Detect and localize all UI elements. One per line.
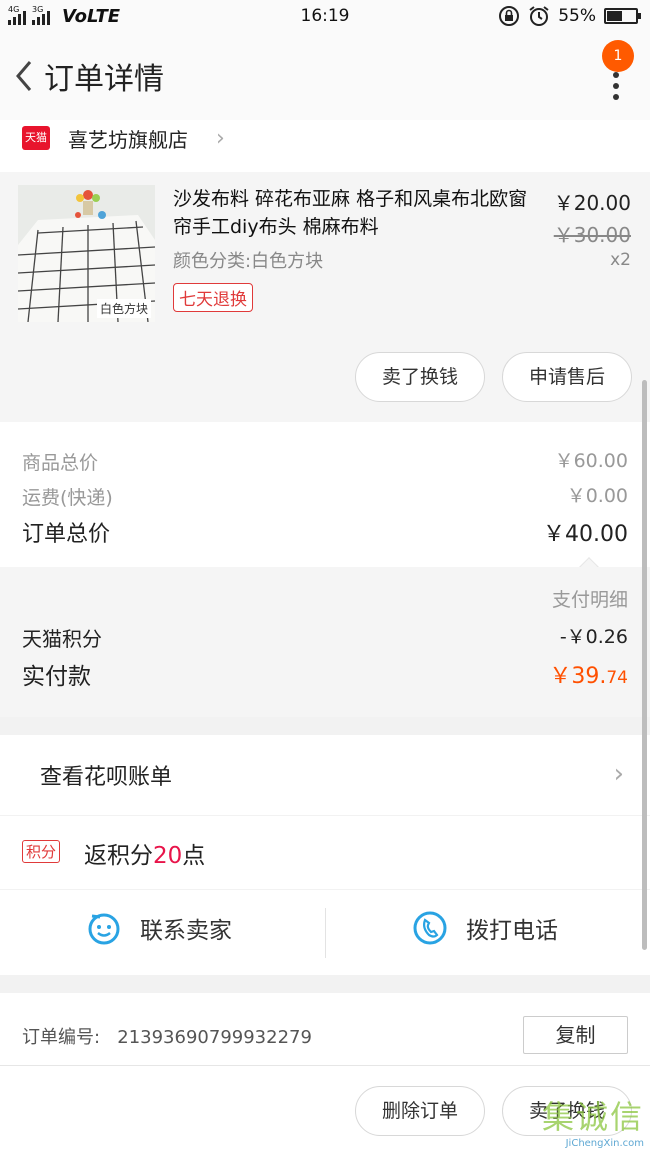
product-price: ￥20.00: [553, 191, 631, 215]
points-reward-suffix: 点: [182, 843, 206, 869]
product-title[interactable]: 沙发布料 碎花布亚麻 格子和风桌布北欧窗帘手工diy布头 棉麻布料: [173, 185, 538, 241]
points-reward-row: 积分 返积分20点: [0, 816, 650, 889]
price-summary: 商品总价 ￥60.00 运费(快递) ￥0.00 订单总价 ￥40.00: [0, 422, 650, 577]
shipping-label: 运费(快递): [22, 487, 113, 509]
status-icons: 55%: [498, 5, 641, 27]
battery-level: [607, 11, 622, 21]
product-quantity: x2: [610, 250, 631, 270]
order-total-value: ￥40.00: [543, 522, 628, 547]
tmall-points-value: -￥0.26: [559, 626, 628, 648]
points-reward-text: 返积分20点: [84, 836, 205, 870]
goods-total-label: 商品总价: [22, 452, 99, 474]
store-row[interactable]: 天猫 喜艺坊旗舰店 ›: [0, 120, 650, 172]
return-policy-tag: 七天退换: [173, 283, 253, 312]
payment-detail: 支付明细 天猫积分 -￥0.26 实付款 ￥39.74: [0, 567, 650, 717]
goods-total-value: ￥60.00: [554, 450, 628, 472]
delete-order-button[interactable]: 删除订单: [355, 1086, 485, 1136]
page-title: 订单详情: [44, 62, 164, 97]
store-name[interactable]: 喜艺坊旗舰店: [68, 124, 188, 153]
chevron-right-icon: ›: [613, 759, 624, 789]
order-number: 订单编号: 21393690799932279: [22, 1023, 312, 1049]
product-original-price: ￥30.00: [553, 223, 631, 247]
resell-button[interactable]: 卖了换钱: [355, 352, 485, 402]
watermark: 集诚信 JiChengXin.com: [542, 1092, 644, 1149]
huabei-bill-row[interactable]: 查看花呗账单 ›: [0, 735, 650, 815]
paid-amount-decimal: 74: [606, 668, 628, 688]
alarm-icon: [529, 6, 549, 26]
app-header: 订单详情 1: [0, 34, 650, 120]
chat-bubble-icon: [88, 913, 120, 945]
order-number-label: 订单编号:: [22, 1027, 101, 1048]
order-total-label: 订单总价: [22, 522, 111, 547]
paid-amount-value: ￥39.74: [549, 658, 628, 690]
contact-seller-label: 联系卖家: [140, 918, 232, 944]
image-variant-label: 白色方块: [96, 299, 151, 318]
contact-seller-button[interactable]: 联系卖家: [86, 910, 232, 946]
divider: [325, 908, 326, 958]
watermark-logo: 集诚信: [541, 1098, 644, 1136]
paid-amount-label: 实付款: [22, 664, 91, 690]
battery-icon: [604, 8, 641, 24]
phone-icon: [413, 911, 447, 945]
battery-percent: 55%: [558, 6, 596, 26]
shipping-value: ￥0.00: [566, 485, 628, 507]
tmall-points-label: 天猫积分: [22, 627, 102, 651]
notification-badge: 1: [602, 40, 634, 72]
tmall-logo-icon: 天猫: [22, 126, 50, 150]
contact-row: 联系卖家 拨打电话: [0, 890, 650, 975]
product-image[interactable]: 白色方块: [18, 185, 155, 322]
rotation-lock-icon: [499, 6, 520, 26]
points-tag: 积分: [22, 840, 61, 863]
copy-button[interactable]: 复制: [523, 1016, 628, 1054]
more-menu-icon[interactable]: [612, 72, 620, 112]
paid-amount-main: ￥39.: [549, 664, 607, 689]
back-arrow-icon[interactable]: [10, 56, 40, 96]
scrollbar[interactable]: [642, 380, 647, 950]
call-phone-label: 拨打电话: [466, 918, 558, 944]
product-card[interactable]: 白色方块 沙发布料 碎花布亚麻 格子和风桌布北欧窗帘手工diy布头 棉麻布料 ￥…: [0, 172, 650, 422]
call-phone-button[interactable]: 拨打电话: [412, 910, 558, 946]
order-number-value: 21393690799932279: [117, 1027, 312, 1048]
points-reward-amount: 20: [153, 843, 183, 869]
chevron-right-icon: ›: [216, 126, 225, 151]
status-bar: 4G 3G VoLTE 16:19 55%: [0, 0, 650, 34]
payment-detail-link[interactable]: 支付明细: [552, 585, 628, 612]
huabei-bill-label: 查看花呗账单: [40, 765, 173, 790]
points-reward-prefix: 返积分: [84, 843, 153, 869]
watermark-text: JiChengXin.com: [565, 1138, 644, 1149]
product-variant: 颜色分类:白色方块: [173, 251, 324, 272]
after-sales-button[interactable]: 申请售后: [502, 352, 632, 402]
